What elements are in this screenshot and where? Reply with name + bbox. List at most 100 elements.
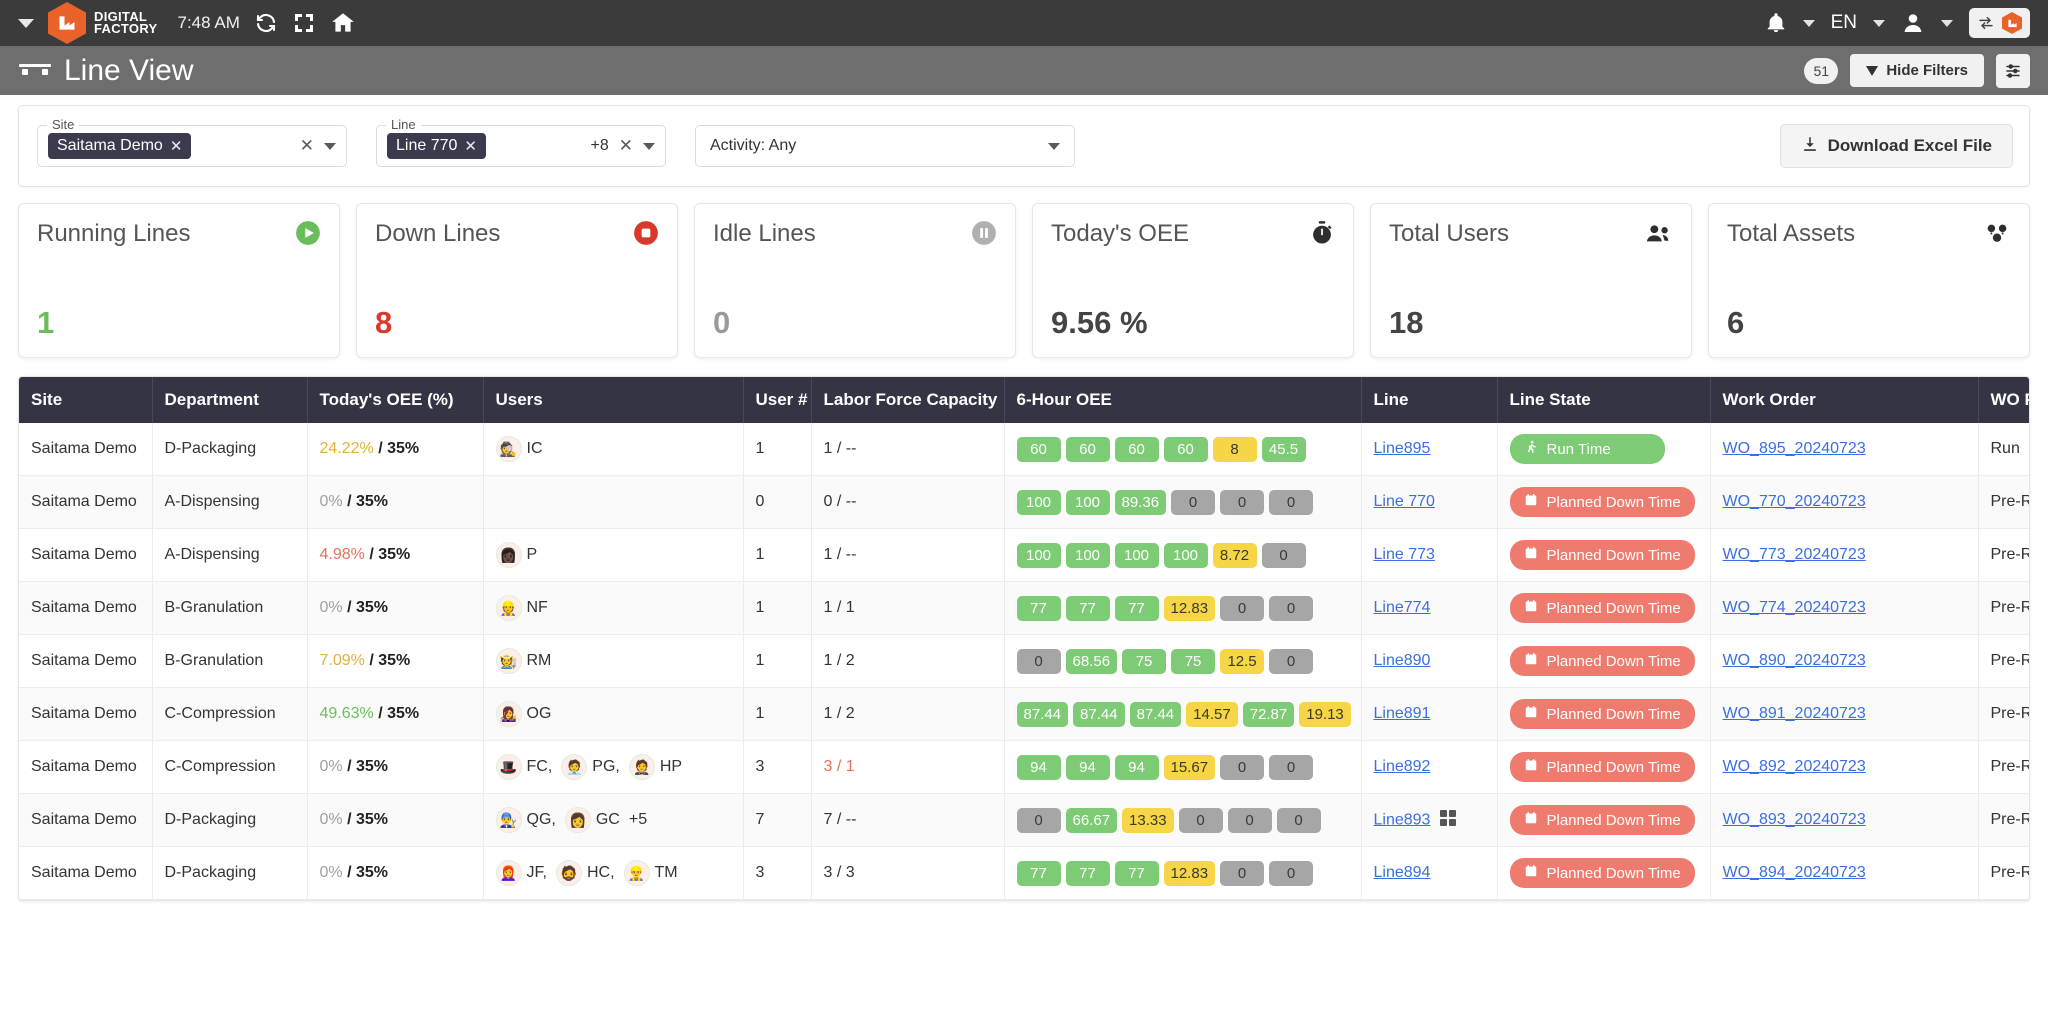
line-link[interactable]: Line895: [1374, 440, 1431, 457]
column-header-department[interactable]: Department: [152, 377, 307, 423]
avatar[interactable]: 👷‍♂️: [624, 860, 650, 886]
table-row[interactable]: Saitama DemoA-Dispensing0% / 35%00 / --1…: [19, 476, 2030, 529]
cell-users: 🕵️IC: [483, 423, 743, 476]
activity-chevron-down-icon[interactable]: [1048, 143, 1060, 150]
notifications-chevron-icon[interactable]: [1803, 20, 1815, 27]
line-clear-icon[interactable]: ✕: [619, 136, 633, 156]
expand-icon[interactable]: [292, 11, 316, 35]
stop-circle-icon: [633, 220, 659, 251]
line-chevron-down-icon[interactable]: [643, 143, 655, 150]
avatar[interactable]: 👷: [496, 595, 522, 621]
settings-sliders-icon[interactable]: [1996, 54, 2030, 88]
line-overflow-count: +8: [591, 137, 609, 155]
table-row[interactable]: Saitama DemoD-Packaging0% / 35%👨‍🔧QG,👩GC…: [19, 794, 2030, 847]
filter-count-badge[interactable]: 51: [1804, 58, 1838, 84]
kpi-card-running-lines[interactable]: Running Lines1: [18, 203, 340, 358]
table-row[interactable]: Saitama DemoC-Compression49.63% / 35%👩‍🎤…: [19, 688, 2030, 741]
chevron-down-icon[interactable]: [18, 19, 34, 28]
table-row[interactable]: Saitama DemoA-Dispensing4.98% / 35%👩🏿P11…: [19, 529, 2030, 582]
avatar[interactable]: 👩: [565, 807, 591, 833]
work-order-link[interactable]: WO_893_20240723: [1723, 811, 1866, 828]
avatar[interactable]: 🧔: [556, 860, 582, 886]
work-order-link[interactable]: WO_890_20240723: [1723, 652, 1866, 669]
avatar[interactable]: 👩🏿: [496, 542, 522, 568]
site-chevron-down-icon[interactable]: [324, 143, 336, 150]
line-chip-remove-icon[interactable]: ✕: [464, 137, 477, 155]
cell-6-hour-oee: 60606060845.5: [1004, 423, 1361, 476]
line-link[interactable]: Line891: [1374, 705, 1431, 722]
column-header-6-hour-oee[interactable]: 6-Hour OEE: [1004, 377, 1361, 423]
cell-site: Saitama Demo: [19, 529, 152, 582]
column-header-line-state[interactable]: Line State: [1497, 377, 1710, 423]
avatar[interactable]: 🧑‍💼: [561, 754, 587, 780]
column-header-line[interactable]: Line: [1361, 377, 1497, 423]
site-clear-icon[interactable]: ✕: [300, 136, 314, 156]
avatar[interactable]: 👩‍🦰: [496, 860, 522, 886]
language-selector[interactable]: EN: [1831, 12, 1857, 34]
avatar[interactable]: 🕵️: [496, 436, 522, 462]
column-header-today-s-oee[interactable]: Today's OEE (%): [307, 377, 483, 423]
line-filter[interactable]: Line Line 770 ✕ +8 ✕: [376, 125, 666, 167]
column-header-users[interactable]: Users: [483, 377, 743, 423]
home-icon[interactable]: [330, 10, 356, 36]
cell-6-hour-oee: 77777712.8300: [1004, 847, 1361, 900]
bell-icon[interactable]: [1765, 12, 1787, 34]
line-state-badge: Planned Down Time: [1510, 858, 1695, 888]
work-order-link[interactable]: WO_894_20240723: [1723, 864, 1866, 881]
avatar[interactable]: 🎩: [496, 754, 522, 780]
table-row[interactable]: Saitama DemoD-Packaging24.22% / 35%🕵️IC1…: [19, 423, 2030, 476]
line-chip[interactable]: Line 770 ✕: [387, 133, 486, 159]
work-order-link[interactable]: WO_895_20240723: [1723, 440, 1866, 457]
refresh-icon[interactable]: [254, 11, 278, 35]
line-link[interactable]: Line774: [1374, 599, 1431, 616]
table-row[interactable]: Saitama DemoB-Granulation7.09% / 35%🧑‍🌾R…: [19, 635, 2030, 688]
cell-work-order: WO_774_20240723: [1710, 582, 1978, 635]
line-link[interactable]: Line893: [1374, 811, 1431, 828]
oee-pill: 68.56: [1066, 649, 1118, 674]
column-header-user[interactable]: User #: [743, 377, 811, 423]
table-row[interactable]: Saitama DemoC-Compression0% / 35%🎩FC,🧑‍💼…: [19, 741, 2030, 794]
user-icon[interactable]: [1901, 11, 1925, 35]
hide-filters-button[interactable]: Hide Filters: [1850, 54, 1984, 87]
avatar[interactable]: 👨‍🔧: [496, 807, 522, 833]
line-link[interactable]: Line 770: [1374, 493, 1435, 510]
avatar[interactable]: 👩‍🎤: [496, 701, 522, 727]
avatar[interactable]: 🤵: [629, 754, 655, 780]
app-switcher-button[interactable]: [1969, 8, 2030, 38]
table-row[interactable]: Saitama DemoD-Packaging0% / 35%👩‍🦰JF,🧔HC…: [19, 847, 2030, 900]
work-order-link[interactable]: WO_773_20240723: [1723, 546, 1866, 563]
cell-wo-phase: Pre-Run: [1978, 794, 2030, 847]
line-link[interactable]: Line894: [1374, 864, 1431, 881]
kpi-card-total-users[interactable]: Total Users18: [1370, 203, 1692, 358]
kpi-title: Total Assets: [1727, 220, 1855, 248]
kpi-card-today-s-oee[interactable]: Today's OEE9.56 %: [1032, 203, 1354, 358]
calendar-icon: [1524, 652, 1538, 670]
column-header-work-order[interactable]: Work Order: [1710, 377, 1978, 423]
activity-filter[interactable]: Activity: Any: [695, 125, 1075, 167]
work-order-link[interactable]: WO_892_20240723: [1723, 758, 1866, 775]
kpi-card-total-assets[interactable]: Total Assets6: [1708, 203, 2030, 358]
site-filter[interactable]: Site Saitama Demo ✕ ✕: [37, 125, 347, 167]
table-row[interactable]: Saitama DemoB-Granulation0% / 35%👷NF11 /…: [19, 582, 2030, 635]
language-chevron-icon[interactable]: [1873, 20, 1885, 27]
work-order-link[interactable]: WO_770_20240723: [1723, 493, 1866, 510]
site-chip[interactable]: Saitama Demo ✕: [48, 133, 191, 159]
work-order-link[interactable]: WO_774_20240723: [1723, 599, 1866, 616]
column-header-wo-phase[interactable]: WO Phase: [1978, 377, 2030, 423]
kpi-card-idle-lines[interactable]: Idle Lines0: [694, 203, 1016, 358]
site-chip-remove-icon[interactable]: ✕: [170, 137, 183, 155]
avatar[interactable]: 🧑‍🌾: [496, 648, 522, 674]
user-chevron-icon[interactable]: [1941, 20, 1953, 27]
kpi-card-down-lines[interactable]: Down Lines8: [356, 203, 678, 358]
line-link[interactable]: Line892: [1374, 758, 1431, 775]
cell-todays-oee: 4.98% / 35%: [307, 529, 483, 582]
grid-view-icon[interactable]: [1440, 810, 1456, 831]
line-state-badge: Run Time: [1510, 434, 1665, 464]
column-header-site[interactable]: Site: [19, 377, 152, 423]
running-person-icon: [1524, 440, 1538, 458]
download-excel-button[interactable]: Download Excel File: [1780, 124, 2013, 168]
line-link[interactable]: Line890: [1374, 652, 1431, 669]
line-link[interactable]: Line 773: [1374, 546, 1435, 563]
column-header-labor-force-capacity[interactable]: Labor Force Capacity: [811, 377, 1004, 423]
work-order-link[interactable]: WO_891_20240723: [1723, 705, 1866, 722]
